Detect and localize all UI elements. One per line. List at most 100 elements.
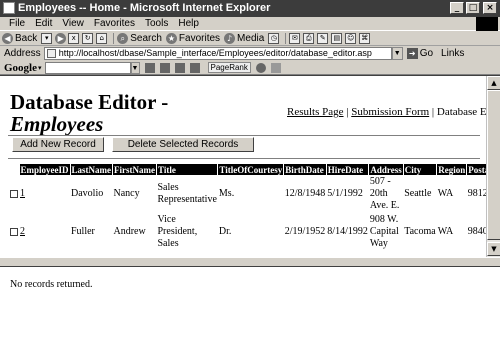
research-icon[interactable]: ⌘	[359, 32, 371, 44]
title-bar: Employees -- Home - Microsoft Internet E…	[0, 0, 500, 17]
column-header: TitleOfCourtesy	[217, 164, 285, 175]
forward-arrow-icon[interactable]: ▶	[55, 32, 67, 44]
scroll-thumb[interactable]	[487, 90, 500, 240]
table-cell: 12/8/1948	[284, 188, 326, 199]
table-cell: Seattle	[404, 188, 432, 199]
table-cell: Andrew	[113, 226, 146, 237]
table-cell: Dr.	[218, 226, 232, 237]
google-options-icon[interactable]	[189, 62, 200, 73]
close-button[interactable]: ×	[483, 2, 497, 14]
star-icon: ★	[165, 32, 177, 44]
toolbar-separator	[285, 32, 287, 44]
favorites-button[interactable]: ★ Favorites	[165, 32, 220, 44]
scroll-up-icon[interactable]: ▲	[487, 76, 500, 90]
row-select-checkbox[interactable]	[10, 227, 18, 236]
table-cell: 908 W. Capital Way	[369, 214, 399, 249]
vertical-scrollbar[interactable]: ▲ ▼	[486, 76, 500, 257]
back-button[interactable]: ◀ Back	[2, 32, 37, 44]
address-bar: Address http://localhost/dbase/Sample_in…	[0, 46, 500, 61]
highlight-icon[interactable]	[270, 62, 281, 73]
minimize-button[interactable]: _	[450, 2, 464, 14]
table-row: 2 Fuller Andrew Vice President, Sales Dr…	[9, 213, 500, 251]
media-button[interactable]: ♪ Media	[224, 32, 264, 44]
history-icon[interactable]: ◷	[268, 32, 280, 44]
google-logo[interactable]: Google	[4, 62, 37, 74]
info-icon[interactable]	[255, 62, 266, 73]
results-page-link[interactable]: Results Page	[287, 106, 344, 118]
google-search-input[interactable]	[44, 61, 131, 74]
menu-help[interactable]: Help	[173, 18, 204, 29]
window-title: Employees -- Home - Microsoft Internet E…	[18, 2, 271, 14]
column-header: Title	[156, 164, 219, 175]
google-search-web-icon[interactable]	[144, 62, 155, 73]
select-column-header	[9, 164, 20, 175]
pagerank-indicator: PageRank	[207, 62, 251, 73]
scroll-down-icon[interactable]: ▼	[487, 242, 500, 256]
records-table: EmployeeID LastName FirstName Title Titl…	[9, 164, 500, 251]
print-icon[interactable]: ⎙	[303, 32, 315, 44]
messenger-icon[interactable]: ☺	[345, 32, 357, 44]
column-header: EmployeeID	[19, 164, 71, 175]
submission-form-link[interactable]: Submission Form	[351, 106, 429, 118]
menu-favorites[interactable]: Favorites	[89, 18, 140, 29]
ie-icon	[3, 2, 15, 14]
table-row: 1 Davolio Nancy Sales Representative Ms.…	[9, 175, 500, 213]
google-toolbar: Google ▾ ▼ PageRank	[0, 61, 500, 75]
menu-bar: File Edit View Favorites Tools Help	[0, 17, 500, 31]
google-search-site-icon[interactable]	[159, 62, 170, 73]
employee-id-link[interactable]: 1	[20, 188, 25, 199]
table-cell: Sales Representative	[157, 182, 217, 205]
dropdown-icon[interactable]: ▾	[41, 32, 53, 44]
employee-id-link[interactable]: 2	[20, 226, 25, 237]
menu-file[interactable]: File	[4, 18, 30, 29]
divider	[8, 158, 480, 160]
go-arrow-icon: ➜	[406, 48, 418, 59]
column-header: HireDate	[326, 164, 370, 175]
edit-icon[interactable]: ✎	[317, 32, 329, 44]
back-arrow-icon: ◀	[2, 32, 13, 44]
frame-splitter[interactable]	[0, 257, 500, 267]
table-cell: 2/19/1952	[284, 226, 326, 237]
table-cell: 507 - 20th Ave. E.	[369, 176, 400, 211]
table-cell: WA	[437, 226, 454, 237]
refresh-icon[interactable]: ↻	[82, 32, 94, 44]
links-button[interactable]: Links	[441, 48, 464, 59]
mail-icon[interactable]: ✉	[289, 32, 301, 44]
row-select-checkbox[interactable]	[10, 189, 18, 198]
search-button[interactable]: ⌕ Search	[117, 32, 162, 44]
delete-selected-records-button[interactable]: Delete Selected Records	[112, 137, 254, 152]
table-cell: Fuller	[71, 226, 95, 237]
search-icon: ⌕	[117, 32, 129, 44]
column-header: FirstName	[112, 164, 157, 175]
toolbar: ◀ Back ▾ ▶ x ↻ ⌂ ⌕ Search ★ Favorites ♪ Medi…	[0, 31, 500, 46]
google-search-dropdown-icon[interactable]: ▼	[130, 61, 140, 74]
column-header: City	[403, 164, 438, 175]
menu-view[interactable]: View	[57, 18, 89, 29]
column-header: BirthDate	[283, 164, 327, 175]
google-menu-icon[interactable]: ▾	[38, 64, 42, 72]
table-cell: Vice President, Sales	[157, 214, 198, 249]
status-message: No records returned.	[10, 279, 93, 290]
table-cell: Nancy	[113, 188, 140, 199]
page-title: Database Editor - Employees	[10, 90, 169, 136]
google-news-icon[interactable]	[174, 62, 185, 73]
maximize-button[interactable]: □	[466, 2, 480, 14]
detail-frame: No records returned.	[0, 267, 500, 358]
home-icon[interactable]: ⌂	[96, 32, 108, 44]
add-new-record-button[interactable]: Add New Record	[12, 137, 104, 152]
windows-logo-icon	[476, 17, 498, 31]
address-label: Address	[4, 48, 41, 59]
go-button[interactable]: ➜ Go	[406, 48, 433, 59]
address-dropdown-icon[interactable]: ▼	[391, 47, 403, 60]
stop-icon[interactable]: x	[68, 32, 80, 44]
toolbar-separator	[113, 32, 115, 44]
table-header-row: EmployeeID LastName FirstName Title Titl…	[9, 164, 500, 175]
address-input[interactable]: http://localhost/dbase/Sample_interface/…	[43, 47, 392, 60]
discuss-icon[interactable]: ▤	[331, 32, 343, 44]
page-icon	[46, 49, 56, 58]
table-cell: Davolio	[71, 188, 104, 199]
menu-edit[interactable]: Edit	[30, 18, 57, 29]
menu-tools[interactable]: Tools	[140, 18, 173, 29]
address-url: http://localhost/dbase/Sample_interface/…	[58, 48, 372, 58]
results-frame: Database Editor - Employees Results Page…	[0, 75, 500, 257]
